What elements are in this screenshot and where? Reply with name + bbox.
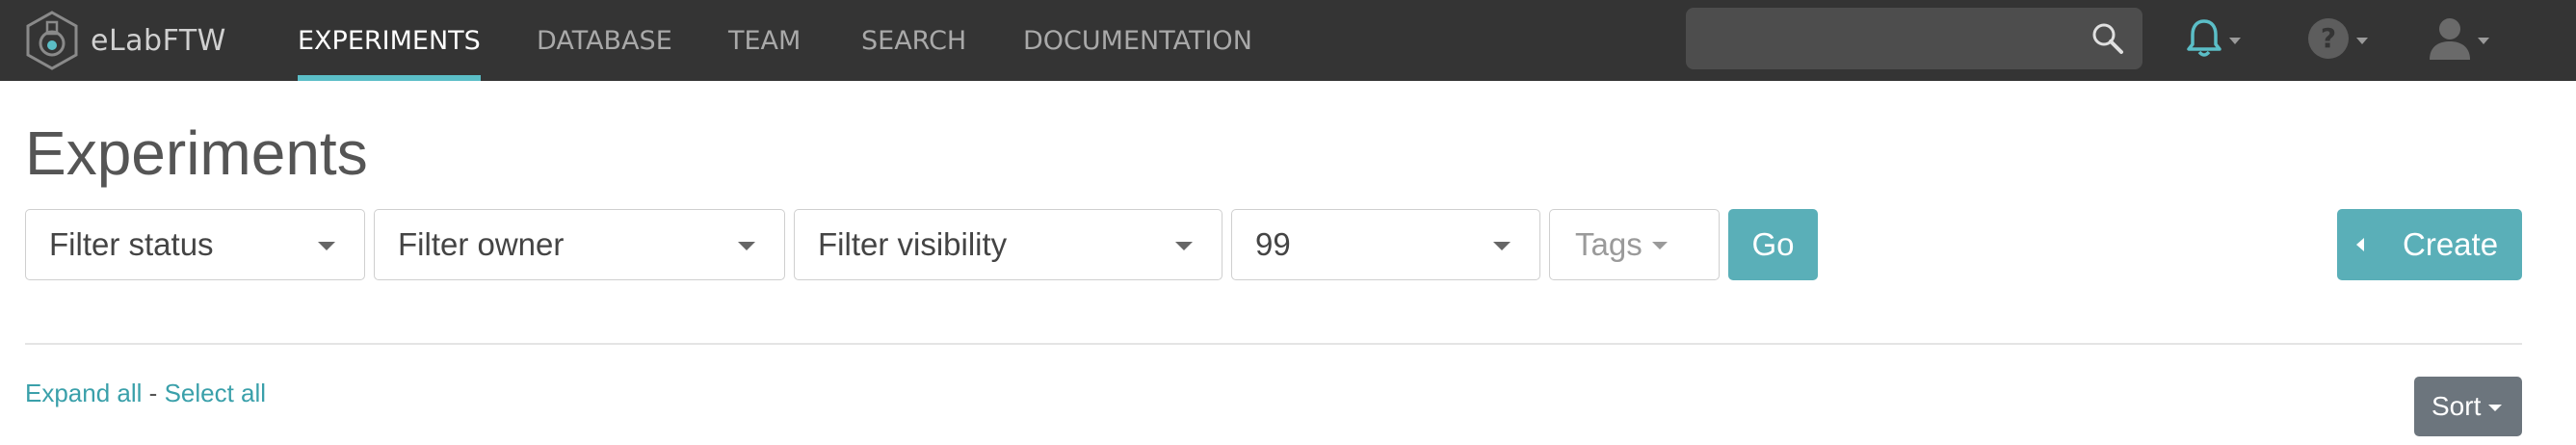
help-button[interactable]: ? [2306, 10, 2368, 67]
top-navbar: eLabFTW EXPERIMENTS DATABASE TEAM SEARCH… [0, 0, 2576, 81]
nav-label: SEARCH [861, 25, 967, 56]
filter-owner-select[interactable]: Filter owner [374, 209, 785, 280]
nav-label: DOCUMENTATION [1023, 25, 1252, 56]
filter-visibility-select[interactable]: Filter visibility [794, 209, 1222, 280]
link-separator: - [148, 379, 158, 407]
select-value: Filter visibility [818, 226, 1008, 262]
expand-all-link[interactable]: Expand all [25, 379, 142, 407]
sort-label: Sort [2431, 391, 2482, 421]
chevron-down-icon [2356, 37, 2368, 44]
select-value: Filter status [49, 226, 214, 262]
go-button[interactable]: Go [1728, 209, 1818, 280]
tags-label: Tags [1575, 226, 1643, 262]
tags-dropdown-button[interactable]: Tags [1549, 209, 1720, 280]
select-value: 99 [1255, 226, 1291, 262]
bell-icon [2187, 19, 2221, 57]
user-icon [2430, 18, 2470, 60]
chevron-down-icon [318, 242, 335, 250]
page-title: Experiments [25, 118, 368, 188]
chevron-down-icon [1175, 242, 1193, 250]
nav-experiments[interactable]: EXPERIMENTS [298, 0, 481, 81]
chevron-down-icon [1493, 242, 1511, 250]
notifications-button[interactable] [2185, 10, 2241, 67]
caret-left-icon [2356, 238, 2364, 251]
help-icon: ? [2308, 18, 2349, 59]
chevron-down-icon [2488, 404, 2503, 411]
search-icon[interactable] [2090, 21, 2125, 56]
filter-status-select[interactable]: Filter status [25, 209, 365, 280]
nav-search[interactable]: SEARCH [861, 0, 966, 81]
nav-team[interactable]: TEAM [728, 0, 801, 81]
nav-label: EXPERIMENTS [298, 25, 481, 56]
chevron-down-icon [2478, 37, 2489, 44]
chevron-down-icon [2229, 37, 2241, 44]
active-tab-indicator [298, 75, 481, 81]
user-menu-button[interactable] [2428, 10, 2489, 67]
nav-database[interactable]: DATABASE [537, 0, 672, 81]
select-value: Filter owner [398, 226, 565, 262]
elabftw-logo-icon [26, 11, 78, 70]
divider [25, 343, 2522, 345]
chevron-down-icon [1651, 242, 1668, 249]
nav-documentation[interactable]: DOCUMENTATION [1023, 0, 1252, 81]
quick-search-input[interactable] [1686, 8, 2071, 69]
sort-button[interactable]: Sort [2414, 377, 2522, 436]
brand-name: eLabFTW [91, 23, 226, 58]
bulk-links: Expand all - Select all [25, 379, 266, 408]
select-all-link[interactable]: Select all [165, 379, 267, 407]
limit-select[interactable]: 99 [1231, 209, 1540, 280]
chevron-down-icon [738, 242, 755, 250]
nav-label: TEAM [728, 25, 802, 56]
create-label: Create [2403, 226, 2499, 262]
svg-text:?: ? [2321, 22, 2336, 54]
brand-link[interactable]: eLabFTW [23, 9, 226, 72]
quick-search [1686, 8, 2142, 69]
nav-label: DATABASE [537, 25, 672, 56]
create-button[interactable]: Create [2337, 209, 2522, 280]
